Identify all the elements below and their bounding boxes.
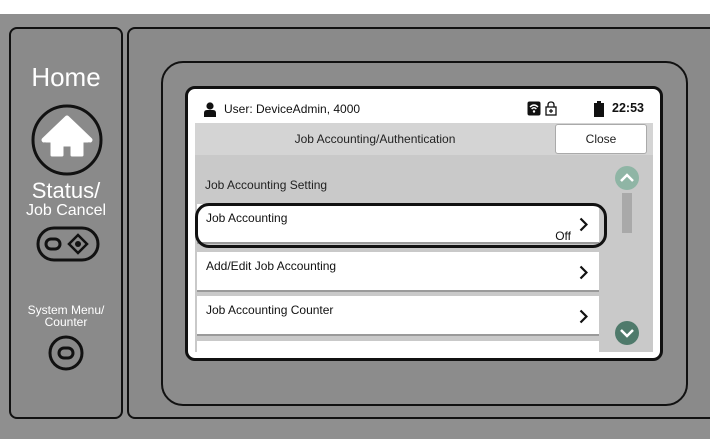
user-icon xyxy=(204,102,216,117)
top-strip xyxy=(0,0,710,14)
clock-time: 22:53 xyxy=(612,101,644,115)
status-bar: User: DeviceAdmin, 4000 22:53 xyxy=(195,95,653,123)
list-item-job-accounting-counter[interactable]: Job Accounting Counter xyxy=(197,296,599,336)
scroll-up-button[interactable] xyxy=(614,165,640,191)
scrollbar-thumb[interactable] xyxy=(622,193,632,233)
status-job-cancel-button[interactable] xyxy=(36,226,100,267)
list-item-add-edit-job-accounting[interactable]: Add/Edit Job Accounting xyxy=(197,252,599,292)
chevron-right-icon xyxy=(579,309,588,324)
screen-title: Job Accounting/Authentication xyxy=(294,132,456,146)
list-item-label: Add/Edit Job Accounting xyxy=(206,259,337,273)
list-item-label: Job Accounting Counter xyxy=(206,303,334,317)
system-menu-button[interactable] xyxy=(47,334,85,377)
lock-icon xyxy=(545,101,557,116)
close-button[interactable]: Close xyxy=(555,124,647,154)
list-item-partial[interactable] xyxy=(197,341,599,352)
status-label-line1: Status/ xyxy=(31,178,101,203)
section-header: Job Accounting Setting xyxy=(205,178,328,192)
battery-icon xyxy=(594,101,604,117)
user-info-text: User: DeviceAdmin, 4000 xyxy=(224,102,361,116)
highlight-callout xyxy=(195,203,607,248)
status-label-line2: Job Cancel xyxy=(25,202,107,219)
status-label: Status/ Job Cancel xyxy=(9,180,123,220)
home-label: Home xyxy=(31,62,101,92)
scroll-down-button[interactable] xyxy=(614,320,640,346)
title-bar: Job Accounting/Authentication Close xyxy=(195,123,653,155)
wifi-icon xyxy=(527,101,541,116)
chevron-right-icon xyxy=(579,265,588,280)
system-menu-label: System Menu/ Counter xyxy=(9,304,123,328)
system-menu-line2: Counter xyxy=(44,315,88,329)
home-button[interactable] xyxy=(30,103,104,182)
